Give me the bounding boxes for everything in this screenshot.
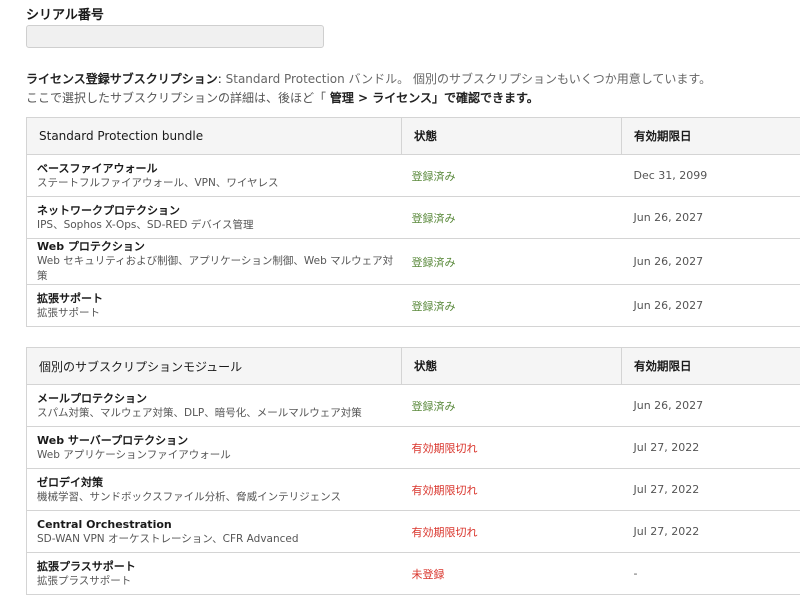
description-colon: : (217, 72, 226, 86)
table-row: Web プロテクション Web セキュリティおよび制御、アプリケーション制御、We… (26, 238, 800, 285)
row-desc: IPS、Sophos X-Ops、SD-RED デバイス管理 (37, 218, 254, 231)
row-expiry: Jun 26, 2027 (621, 384, 800, 427)
row-desc: Web アプリケーションファイアウォール (37, 448, 231, 461)
row-expiry: Jun 26, 2027 (621, 238, 800, 285)
row-desc: スパム対策、マルウェア対策、DLP、暗号化、メールマルウェア対策 (37, 406, 362, 419)
table-row: ベースファイアウォール ステートフルファイアウォール、VPN、ワイヤレス 登録済み… (26, 154, 800, 197)
row-expiry: Jul 27, 2022 (621, 510, 800, 553)
description-line2-b: 」で確認できます。 (432, 91, 539, 105)
table-row: 拡張サポート 拡張サポート 登録済み Jun 26, 2027 (26, 284, 800, 327)
description-line-2: ここで選択したサブスクリプションの詳細は、後ほど「 管理 > ライセンス」で確認… (26, 89, 539, 106)
table-row: 拡張プラスサポート 拡張プラスサポート 未登録 - (26, 552, 800, 595)
bundle-header-status: 状態 (401, 117, 622, 155)
row-desc: ステートフルファイアウォール、VPN、ワイヤレス (37, 176, 279, 189)
row-name: 拡張プラスサポート (37, 559, 136, 573)
module-header-status: 状態 (401, 347, 622, 385)
description-path: 管理 > ライセンス (329, 91, 432, 105)
row-name: ベースファイアウォール (37, 161, 158, 175)
table-row: メールプロテクション スパム対策、マルウェア対策、DLP、暗号化、メールマルウェア… (26, 384, 800, 427)
bundle-table-header: Standard Protection bundle 状態 有効期限日 (26, 117, 800, 155)
serial-label: シリアル番号 (26, 8, 104, 23)
row-desc: 機械学習、サンドボックスファイル分析、脅威インテリジェンス (37, 490, 341, 503)
row-status: 登録済み (401, 154, 622, 197)
row-expiry: Jun 26, 2027 (621, 196, 800, 239)
table-row: Central Orchestration SD-WAN VPN オーケストレーシ… (26, 510, 800, 553)
row-status: 未登録 (401, 552, 622, 595)
table-row: ゼロデイ対策 機械学習、サンドボックスファイル分析、脅威インテリジェンス 有効期限… (26, 468, 800, 511)
row-status: 登録済み (401, 284, 622, 327)
row-name: Web プロテクション (37, 240, 145, 253)
bundle-table: Standard Protection bundle 状態 有効期限日 ベースフ… (26, 117, 800, 327)
bundle-header-expiry: 有効期限日 (621, 117, 800, 155)
row-expiry: Dec 31, 2099 (621, 154, 800, 197)
description-bundle: Standard Protection バンドル。 (225, 72, 410, 86)
row-status: 登録済み (401, 384, 622, 427)
row-expiry: - (621, 552, 800, 595)
row-name: メールプロテクション (37, 391, 147, 405)
row-status: 登録済み (401, 238, 622, 285)
row-desc: 拡張プラスサポート (37, 574, 132, 587)
row-name: 拡張サポート (37, 291, 103, 305)
row-expiry: Jul 27, 2022 (621, 468, 800, 511)
module-header-name: 個別のサブスクリプションモジュール (26, 347, 402, 385)
row-expiry: Jun 26, 2027 (621, 284, 800, 327)
row-name: ゼロデイ対策 (37, 475, 103, 489)
serial-number-input[interactable] (26, 25, 324, 48)
row-expiry: Jul 27, 2022 (621, 426, 800, 469)
row-desc: SD-WAN VPN オーケストレーション、CFR Advanced (37, 532, 299, 545)
row-status: 有効期限切れ (401, 510, 622, 553)
bundle-header-name: Standard Protection bundle (26, 117, 402, 155)
row-desc: Web セキュリティおよび制御、アプリケーション制御、Web マルウェア対策 (37, 255, 394, 282)
module-table: 個別のサブスクリプションモジュール 状態 有効期限日 メールプロテクション スパム… (26, 347, 800, 595)
description-line2-a: ここで選択したサブスクリプションの詳細は、後ほど「 (26, 91, 330, 105)
description-rest: 個別のサブスクリプションもいくつか用意しています。 (409, 72, 712, 86)
description-line-1: ライセンス登録サブスクリプション: Standard Protection バン… (26, 70, 711, 87)
row-name: Web サーバープロテクション (37, 433, 189, 447)
row-status: 有効期限切れ (401, 426, 622, 469)
module-table-header: 個別のサブスクリプションモジュール 状態 有効期限日 (26, 347, 800, 385)
row-status: 有効期限切れ (401, 468, 622, 511)
row-name: ネットワークプロテクション (37, 203, 180, 217)
table-row: Web サーバープロテクション Web アプリケーションファイアウォール 有効期限… (26, 426, 800, 469)
module-header-expiry: 有効期限日 (621, 347, 800, 385)
row-status: 登録済み (401, 196, 622, 239)
description-title: ライセンス登録サブスクリプション (26, 72, 218, 86)
table-row: ネットワークプロテクション IPS、Sophos X-Ops、SD-RED デバイ… (26, 196, 800, 239)
row-name: Central Orchestration (37, 517, 172, 531)
row-desc: 拡張サポート (37, 306, 100, 319)
